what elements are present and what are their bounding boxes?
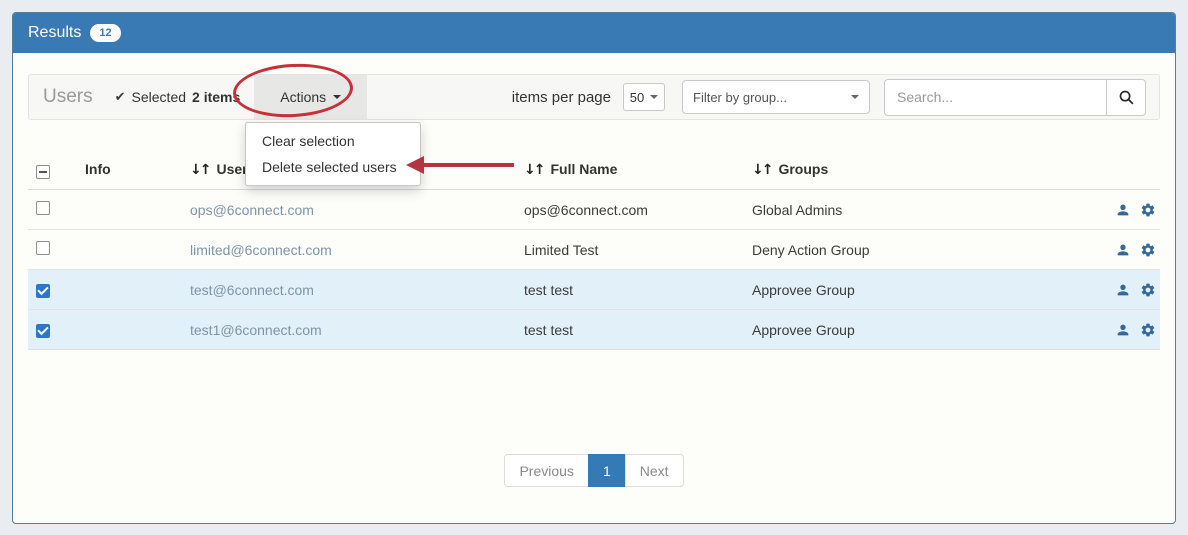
panel-header: Results 12 (13, 13, 1175, 53)
search-button[interactable] (1106, 79, 1146, 116)
full-name-cell: ops@6connect.com (524, 202, 752, 218)
search-group (884, 79, 1146, 116)
actions-dropdown-button[interactable]: Actions (254, 75, 367, 119)
sort-icon: ↓↑ (752, 162, 771, 178)
pagination-previous-button[interactable]: Previous (504, 454, 588, 487)
username-link[interactable]: test@6connect.com (190, 282, 524, 298)
col-header-info: Info (85, 161, 190, 177)
search-icon (1118, 89, 1135, 106)
search-input[interactable] (884, 79, 1106, 116)
sort-icon: ↓↑ (190, 162, 209, 178)
group-filter-select[interactable]: Filter by group... (682, 80, 870, 114)
groups-cell: Global Admins (752, 202, 1098, 218)
toolbar: Users ✔ Selected 2 items Actions items p… (28, 74, 1160, 120)
menu-item-clear-selection[interactable]: Clear selection (246, 128, 420, 154)
selection-status: ✔ Selected 2 items (115, 89, 241, 105)
caret-down-icon (650, 95, 658, 99)
table-row-selected: test1@6connect.com test test Approvee Gr… (28, 310, 1160, 350)
pagination: Previous 1 Next (13, 454, 1175, 487)
menu-item-delete-selected-users[interactable]: Delete selected users (246, 154, 420, 180)
page-size-value: 50 (630, 90, 644, 105)
user-profile-icon[interactable] (1115, 202, 1131, 218)
caret-down-icon (851, 95, 859, 99)
table-row: limited@6connect.com Limited Test Deny A… (28, 230, 1160, 270)
row-checkbox[interactable] (36, 284, 50, 298)
gear-icon[interactable] (1140, 282, 1156, 298)
username-link[interactable]: limited@6connect.com (190, 242, 524, 258)
full-name-cell: Limited Test (524, 242, 752, 258)
user-profile-icon[interactable] (1115, 242, 1131, 258)
row-checkbox[interactable] (36, 241, 50, 255)
selected-count: 2 items (192, 89, 240, 105)
actions-label: Actions (280, 89, 326, 105)
select-all-checkbox[interactable] (36, 165, 50, 179)
panel-title: Results (28, 24, 81, 42)
table-header-row: Info ↓↑Username ↓↑Full Name ↓↑Groups (28, 149, 1160, 190)
user-profile-icon[interactable] (1115, 282, 1131, 298)
username-link[interactable]: ops@6connect.com (190, 202, 524, 218)
selected-label: Selected (132, 89, 186, 105)
full-name-cell: test test (524, 282, 752, 298)
check-icon: ✔ (115, 90, 126, 105)
users-table: Info ↓↑Username ↓↑Full Name ↓↑Groups ops… (28, 149, 1160, 350)
table-row-selected: test@6connect.com test test Approvee Gro… (28, 270, 1160, 310)
groups-cell: Deny Action Group (752, 242, 1098, 258)
col-header-groups[interactable]: ↓↑Groups (752, 161, 1098, 178)
gear-icon[interactable] (1140, 202, 1156, 218)
group-filter-placeholder: Filter by group... (693, 90, 787, 105)
groups-cell: Approvee Group (752, 322, 1098, 338)
results-count-badge: 12 (90, 24, 120, 42)
users-heading: Users (43, 86, 93, 108)
groups-cell: Approvee Group (752, 282, 1098, 298)
gear-icon[interactable] (1140, 242, 1156, 258)
gear-icon[interactable] (1140, 322, 1156, 338)
actions-dropdown-menu: Clear selection Delete selected users (245, 122, 421, 186)
page-size-select[interactable]: 50 (623, 83, 665, 111)
pagination-page-1-button[interactable]: 1 (588, 454, 626, 487)
col-header-full-name[interactable]: ↓↑Full Name (524, 161, 752, 178)
pagination-next-button[interactable]: Next (625, 454, 684, 487)
username-link[interactable]: test1@6connect.com (190, 322, 524, 338)
table-row: ops@6connect.com ops@6connect.com Global… (28, 190, 1160, 230)
full-name-cell: test test (524, 322, 752, 338)
caret-down-icon (333, 95, 341, 99)
row-checkbox[interactable] (36, 324, 50, 338)
items-per-page-label: items per page (512, 89, 611, 106)
results-panel: Results 12 Users ✔ Selected 2 items Acti… (12, 12, 1176, 524)
row-checkbox[interactable] (36, 201, 50, 215)
user-profile-icon[interactable] (1115, 322, 1131, 338)
sort-icon: ↓↑ (524, 162, 543, 178)
